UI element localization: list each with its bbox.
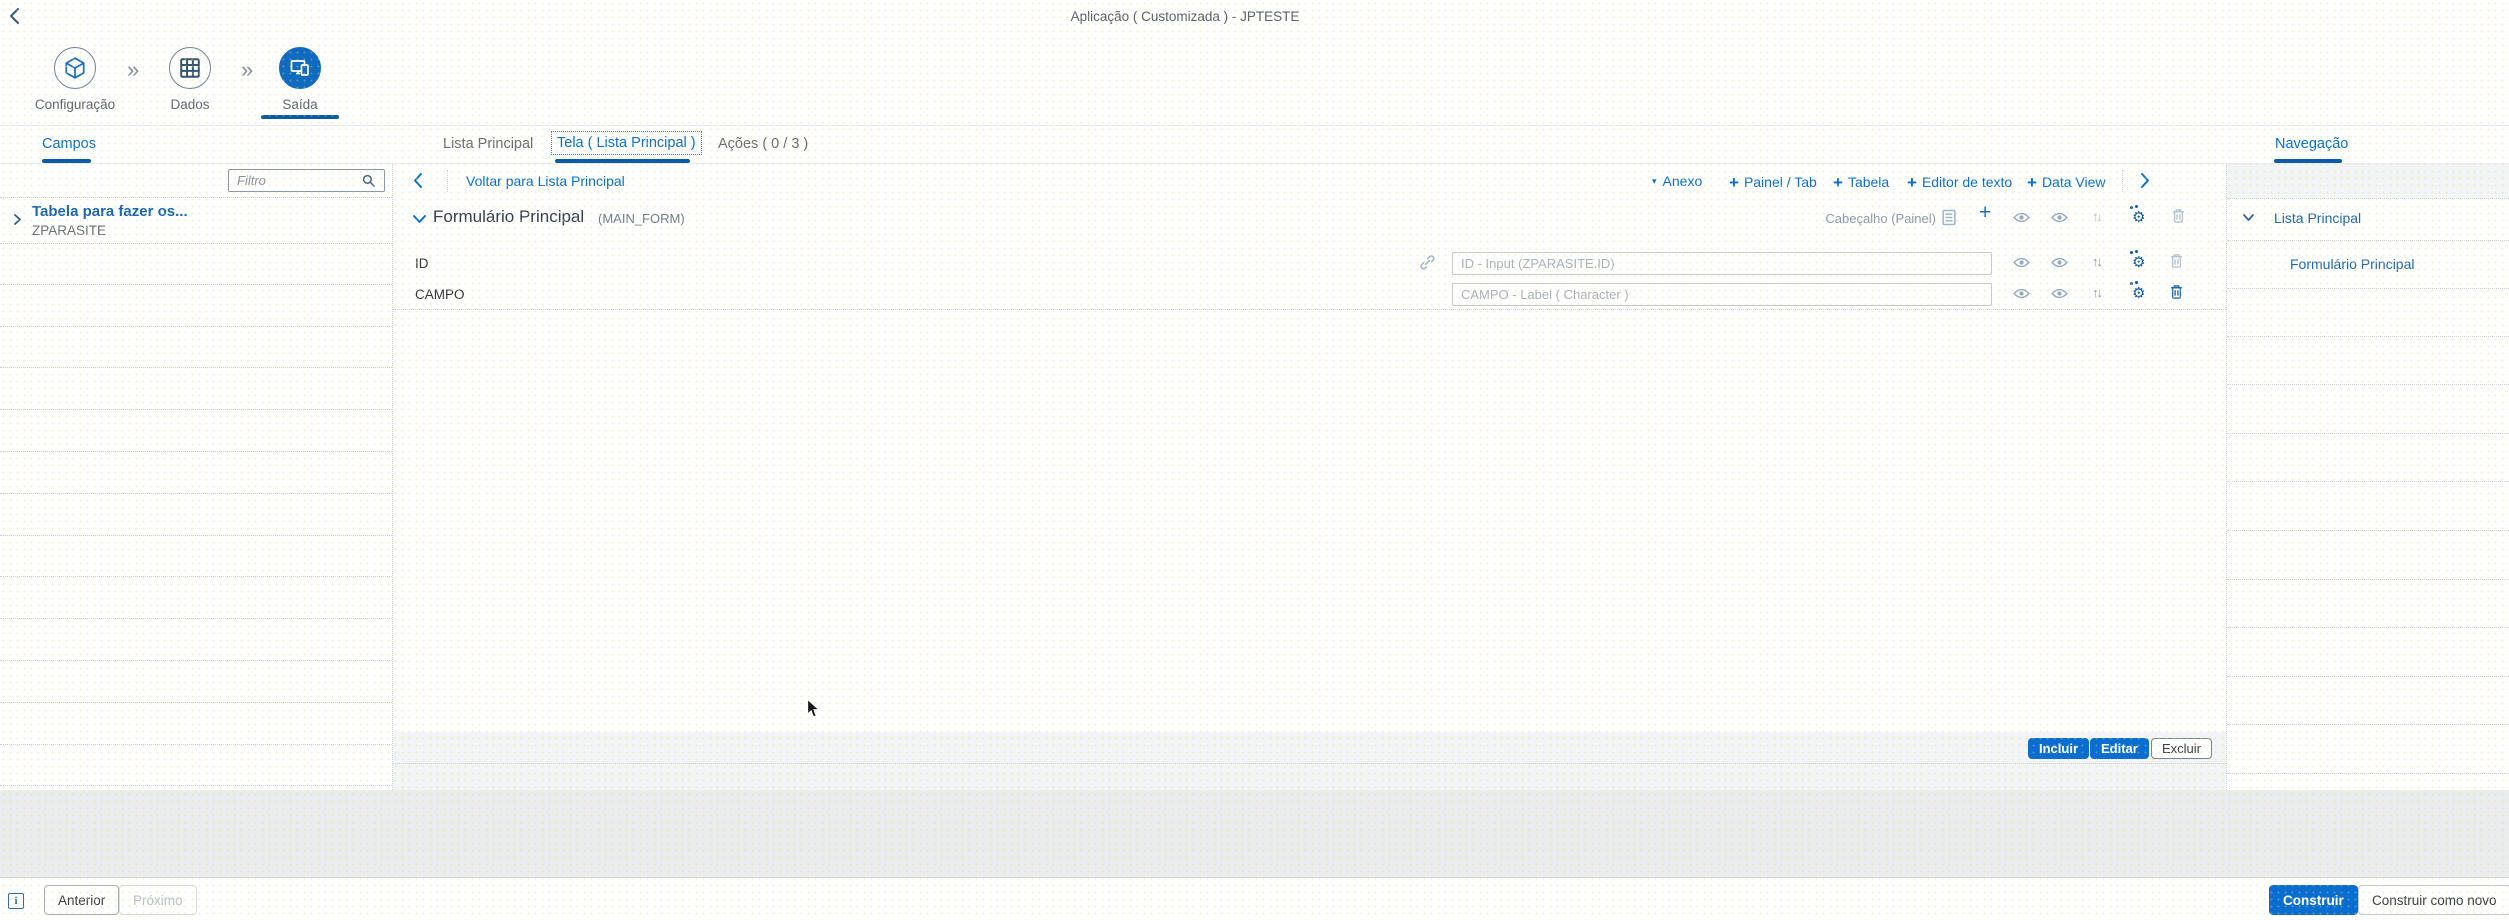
form-header: Formulário Principal (MAIN_FORM) Cabeçal… [393,198,2226,247]
active-step-underline [261,115,339,119]
excluir-button[interactable]: Excluir [2151,738,2212,759]
field-row-id: ID ↑↓ ⚙ [393,247,2226,278]
plus-icon: + [2027,173,2037,192]
nav-node-lista-principal[interactable]: Lista Principal [2227,198,2509,240]
table-name: ZPARASITE [32,223,106,238]
chevrons-right-icon: » [127,59,139,81]
nav-node-label[interactable]: Formulário Principal [2290,256,2414,272]
search-icon[interactable] [362,174,376,188]
step-configuracao[interactable] [54,47,96,89]
construir-como-novo-button[interactable]: Construir como novo [2358,885,2509,915]
tab-campos[interactable]: Campos [42,136,96,152]
construir-button[interactable]: Construir [2269,885,2358,915]
plus-icon: + [1729,173,1739,192]
mouse-cursor [806,698,821,719]
cube-icon [63,56,87,80]
trash-icon[interactable] [2170,284,2183,300]
chevron-right-icon[interactable] [13,213,22,226]
left-panel: Tabela para fazer os... ZPARASITE [0,164,392,790]
step-saida[interactable] [279,47,321,89]
triangle-down-icon: ▾ [1652,176,1657,186]
back-to-list-link[interactable]: Voltar para Lista Principal [466,173,625,189]
toolbar-chevron-right-icon[interactable] [2139,172,2151,189]
tab-tela-lista-principal[interactable]: Tela ( Lista Principal ) [551,131,702,155]
table-tree-item[interactable]: Tabela para fazer os... ZPARASITE [0,197,392,243]
collapse-chevron-down-icon[interactable] [412,214,427,224]
sort-arrows-icon[interactable]: ↑↓ [2092,254,2101,269]
sort-arrows-icon[interactable]: ↑↓ [2092,209,2101,224]
application-window: Aplicação ( Customizada ) - JPTESTE Conf… [0,0,2509,920]
wizard-bar: Configuração » Dados » Saída [0,33,2509,125]
screen-toolbar: Voltar para Lista Principal ▾Anexo +Pain… [393,164,2226,198]
add-tabela-button[interactable]: +Tabela [1833,173,1889,193]
plus-icon: + [1907,173,1917,192]
link-chain-icon[interactable] [1420,255,1435,270]
chevron-down-icon[interactable] [2242,213,2255,222]
bottom-bar: i Anterior Próximo Construir Construir c… [0,877,2509,920]
form-title: Formulário Principal [433,207,584,227]
editar-button[interactable]: Editar [2090,738,2149,759]
navigation-empty-rows [2227,288,2509,790]
nav-node-label[interactable]: Lista Principal [2274,210,2361,226]
field-label: ID [415,256,429,271]
trash-icon [2172,208,2185,224]
eye-icon[interactable] [2013,288,2030,299]
right-panel: Lista Principal Formulário Principal [2227,164,2509,790]
table-title: Tabela para fazer os... [32,203,188,220]
add-data-view-button[interactable]: +Data View [2027,173,2106,193]
chevrons-right-icon: » [241,59,253,81]
window-title: Aplicação ( Customizada ) - JPTESTE [1071,9,1300,24]
anterior-button[interactable]: Anterior [44,885,119,915]
top-header: Aplicação ( Customizada ) - JPTESTE [0,0,2509,33]
anexo-menu-button[interactable]: ▾Anexo [1652,173,1702,189]
field-binding-input[interactable] [1452,283,1992,306]
incluir-button[interactable]: Incluir [2028,738,2089,759]
page-background-band [0,790,2509,877]
fields-list-empty [0,243,392,790]
eye-icon[interactable] [2051,212,2068,223]
back-to-list-icon[interactable] [412,172,424,189]
field-label: CAMPO [415,287,465,302]
trash-icon [2170,253,2183,269]
gear-settings-icon[interactable]: ⚙ [2132,285,2145,302]
step-dados[interactable] [169,47,211,89]
add-field-icon[interactable]: + [1979,201,1991,225]
devices-icon [288,56,312,80]
info-icon[interactable]: i [8,893,24,909]
add-editor-texto-button[interactable]: +Editor de texto [1907,173,2012,193]
step-label-saida: Saída [240,97,360,112]
tab-lista-principal[interactable]: Lista Principal [443,136,533,152]
tab-navegacao[interactable]: Navegação [2275,136,2348,152]
eye-icon[interactable] [2051,288,2068,299]
nav-node-formulario-principal[interactable]: Formulário Principal [2227,240,2509,288]
add-painel-tab-button[interactable]: +Painel / Tab [1729,173,1817,193]
eye-icon[interactable] [2013,212,2030,223]
sort-arrows-icon[interactable]: ↑↓ [2092,285,2101,300]
header-panel-hint: Cabeçalho (Painel) [1770,211,1936,226]
step-label-configuracao: Configuração [15,97,135,112]
tab-acoes[interactable]: Ações ( 0 / 3 ) [718,136,808,152]
plus-icon: + [1833,173,1843,192]
table-grid-icon [179,57,201,79]
proximo-button[interactable]: Próximo [119,885,197,915]
tab-strip: Campos Lista Principal Tela ( Lista Prin… [0,126,2509,163]
gear-settings-icon[interactable]: ⚙ [2132,209,2145,226]
field-row-campo: CAMPO ↑↓ ⚙ [393,278,2226,309]
back-icon[interactable] [8,7,22,25]
field-binding-input[interactable] [1452,252,1992,275]
panel-form-icon[interactable] [1942,209,1956,226]
gear-settings-icon[interactable]: ⚙ [2132,254,2145,271]
eye-icon[interactable] [2051,257,2068,268]
step-label-dados: Dados [130,97,250,112]
form-technical-name: (MAIN_FORM) [598,211,685,226]
navigation-subheader [2227,164,2509,198]
eye-icon[interactable] [2013,257,2030,268]
form-footer: Incluir Editar Excluir [393,732,2226,790]
